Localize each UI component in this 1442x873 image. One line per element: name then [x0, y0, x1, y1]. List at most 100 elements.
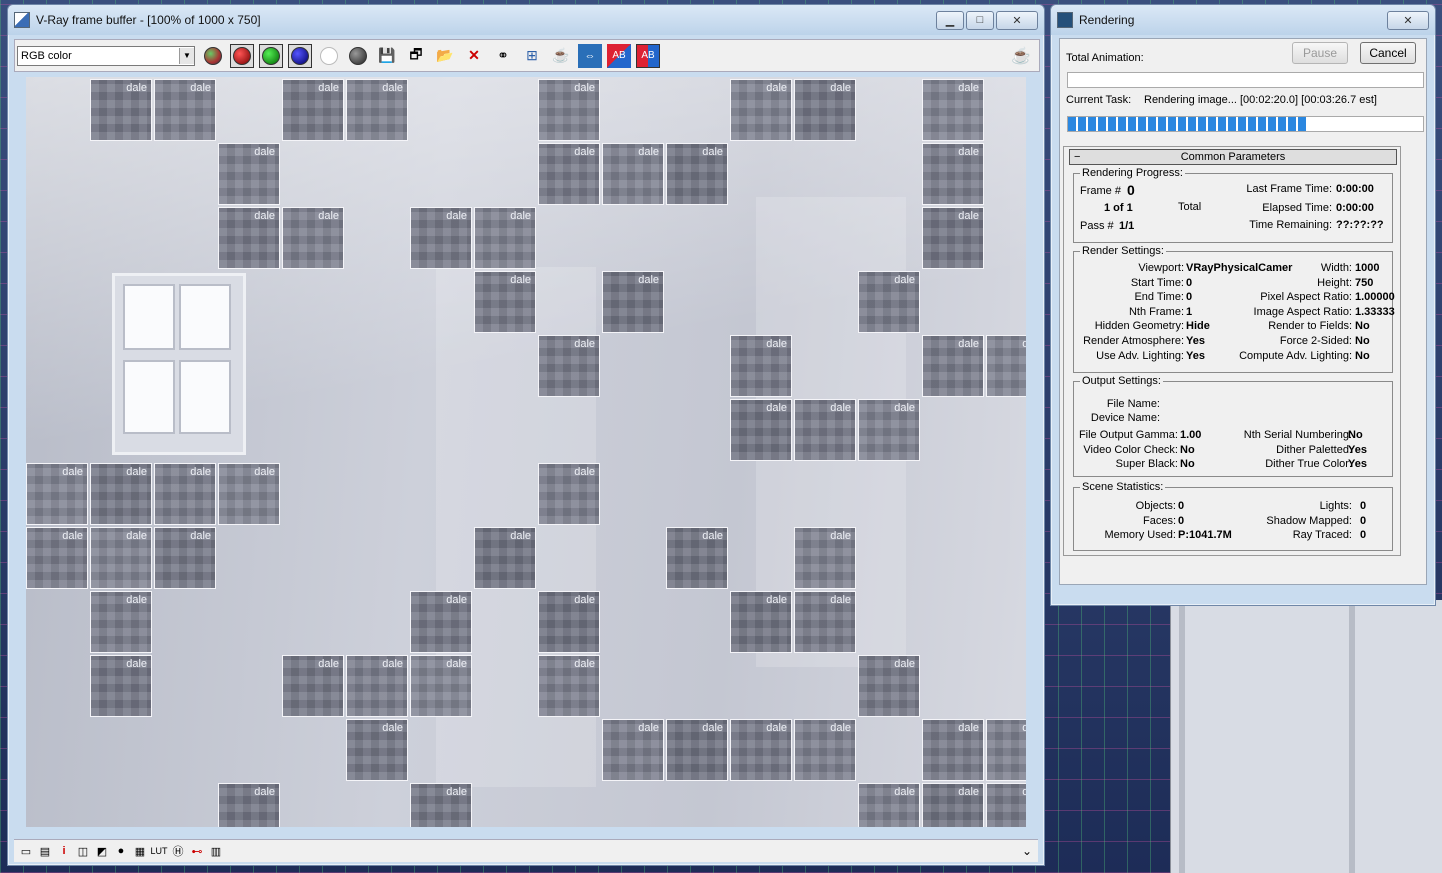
setting-label: Use Adv. Lighting: [1096, 349, 1184, 362]
histogram-icon[interactable]: Ⓗ [171, 844, 185, 858]
render-bucket: dale [922, 783, 984, 827]
bucket-label: dale [446, 210, 467, 222]
setting-label: Dither True Color: [1265, 458, 1352, 471]
panel-strip [1349, 600, 1355, 873]
levels-icon[interactable]: ◫ [76, 844, 90, 858]
alpha-channel-icon[interactable] [317, 44, 341, 68]
ab-vertical-icon[interactable]: AB [636, 43, 660, 68]
save-all-icon[interactable]: 🗗 [404, 44, 428, 68]
bucket-label: dale [190, 530, 211, 542]
render-bucket: dale [922, 335, 984, 397]
bucket-label: dale [318, 210, 339, 222]
render-image-area[interactable]: dale dale dale dale dale dale dale dale dale dale… [26, 77, 1026, 827]
current-task-value: Rendering image... [00:02:20.0] [00:03:2… [1144, 94, 1377, 106]
render-bucket: dale [986, 335, 1026, 397]
bucket-label: dale [446, 594, 467, 606]
red-channel-icon[interactable] [230, 43, 254, 68]
vfb-titlebar[interactable]: V-Ray frame buffer - [100% of 1000 x 750… [8, 5, 1044, 35]
bucket-label: dale [1022, 338, 1026, 350]
common-parameters-header[interactable]: − Common Parameters [1069, 149, 1397, 165]
ab-horizontal-icon[interactable]: AB [607, 43, 631, 68]
ab-compare-icon[interactable]: ⇔ [578, 43, 602, 68]
setting-value: Yes [1186, 335, 1205, 347]
vfb-bottom-toolbar: ▭ ▤ i ◫ ◩ ● ▦ LUT Ⓗ ⊷ ▥ ⌄ [14, 839, 1038, 862]
mono-icon[interactable] [346, 44, 370, 68]
setting-value: No [1180, 458, 1195, 471]
pass-label: Pass # [1080, 220, 1114, 232]
maximize-button[interactable]: □ [966, 10, 994, 30]
vfb-app-icon [14, 12, 30, 28]
setting-label: Width: [1320, 262, 1352, 274]
stamp-icon[interactable]: ⊷ [190, 844, 204, 858]
channel-dropdown-value: RGB color [21, 49, 72, 62]
bucket-label: dale [510, 274, 531, 286]
bucket-label: dale [894, 658, 915, 670]
render-bucket: dale [858, 655, 920, 717]
cancel-button[interactable]: Cancel [1360, 42, 1416, 64]
setting-value: VRayPhysicalCamer [1186, 262, 1293, 274]
region-icon[interactable]: ⊞ [520, 44, 544, 68]
bucket-label: dale [894, 402, 915, 414]
bucket-label: dale [190, 82, 211, 94]
curve-icon[interactable]: ◩ [95, 844, 109, 858]
bucket-label: dale [574, 146, 595, 158]
setting-value: 1 [1186, 305, 1193, 318]
render-bucket: dale [474, 207, 536, 269]
display-icon[interactable]: ▭ [19, 844, 33, 858]
render-teapot-icon[interactable]: ☕ [1011, 46, 1031, 66]
render-bucket: dale [90, 591, 152, 653]
bucket-label: dale [894, 786, 915, 798]
chart-icon[interactable]: ▥ [209, 844, 223, 858]
bucket-label: dale [766, 722, 787, 734]
render-bucket: dale [538, 143, 600, 205]
color-icon[interactable]: ● [114, 844, 128, 858]
bucket-label: dale [958, 82, 979, 94]
save-icon[interactable]: 💾 [375, 44, 399, 68]
pause-button[interactable]: Pause [1292, 42, 1348, 64]
room-window [112, 273, 246, 455]
channel-dropdown[interactable]: RGB color ▼ [17, 45, 195, 66]
srgb-icon[interactable]: ▦ [133, 844, 147, 858]
elapsed-label: Elapsed Time: [1262, 202, 1332, 214]
render-bucket: dale [154, 463, 216, 525]
load-icon[interactable]: 📂 [433, 44, 457, 68]
bucket-label: dale [958, 210, 979, 222]
setting-label: Render Atmosphere: [1083, 335, 1184, 347]
render-bucket: dale [538, 463, 600, 525]
render-bucket: dale [858, 399, 920, 461]
last-frame-label: Last Frame Time: [1246, 183, 1332, 195]
render-bucket: dale [90, 79, 152, 141]
bucket-label: dale [1022, 722, 1026, 734]
render-bucket: dale [666, 719, 728, 781]
setting-value: P:1041.7M [1178, 529, 1232, 542]
lut-icon[interactable]: LUT [151, 844, 168, 858]
clear-icon[interactable]: ✕ [462, 44, 486, 68]
minimize-button[interactable]: ▁ [936, 10, 964, 30]
link-icon[interactable]: ⚭ [491, 44, 515, 68]
info-icon[interactable]: i [57, 844, 71, 858]
frame-label: Frame # [1080, 185, 1121, 197]
render-bucket: dale [666, 527, 728, 589]
rendering-dialog: Rendering ✕ Pause Cancel Total Animation… [1050, 4, 1436, 606]
device-name-label: Device Name: [1090, 412, 1160, 424]
setting-label: Viewport: [1138, 262, 1184, 274]
sphere-icon[interactable] [201, 44, 225, 68]
green-channel-icon[interactable] [259, 43, 283, 68]
panel-icon[interactable]: ▤ [38, 844, 52, 858]
setting-value: No [1348, 429, 1363, 441]
rendering-titlebar[interactable]: Rendering ✕ [1051, 5, 1435, 35]
setting-value: 750 [1355, 276, 1374, 289]
blue-channel-icon[interactable] [288, 43, 312, 68]
render-bucket: dale [986, 719, 1026, 781]
close-button[interactable]: ✕ [1387, 10, 1429, 30]
setting-value: 0 [1178, 514, 1185, 527]
chevron-down-icon[interactable]: ⌄ [1022, 844, 1032, 858]
bucket-label: dale [126, 466, 147, 478]
teapot-render-icon[interactable]: ☕ [549, 44, 573, 68]
render-bucket: dale [346, 719, 408, 781]
setting-value: Hide [1186, 320, 1210, 333]
bucket-label: dale [830, 594, 851, 606]
render-bucket: dale [218, 207, 280, 269]
close-button[interactable]: ✕ [996, 10, 1038, 30]
chevron-down-icon[interactable]: ▼ [179, 47, 194, 64]
